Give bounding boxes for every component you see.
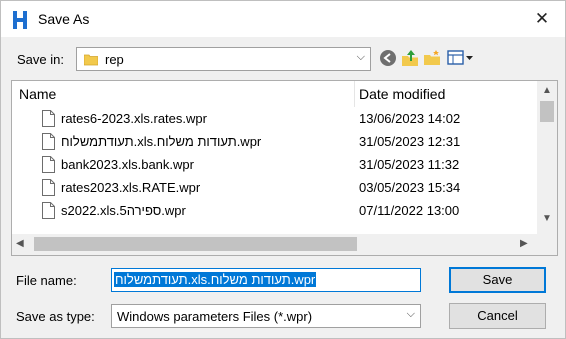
save-in-label: Save in: [17,52,64,67]
file-icon [42,202,55,219]
folder-icon [84,54,98,66]
horizontal-scrollbar[interactable]: ◀ ▶ [12,234,537,255]
file-date: 03/05/2023 15:34 [359,180,461,195]
scroll-up-icon[interactable]: ▲ [537,85,557,96]
chevron-down-icon: ⌵ [406,308,415,320]
save-in-value: rep [105,52,124,67]
save-in-dropdown[interactable]: rep ⌵ [76,47,371,71]
file-name: rates6-2023.xls.rates.wpr [61,111,207,126]
file-icon [42,156,55,173]
file-row[interactable]: s2022.xls.5ספירה.wpr 07/11/2022 13:00 [12,200,537,222]
save-as-type-label: Save as type: [16,309,95,324]
up-folder-icon[interactable] [401,49,419,67]
file-list[interactable]: Name Date modified rates6-2023.xls.rates… [11,80,558,256]
file-row[interactable]: rates6-2023.xls.rates.wpr 13/06/2023 14:… [12,108,537,130]
file-icon [42,133,55,150]
file-icon [42,110,55,127]
file-date: 31/05/2023 11:32 [359,157,460,172]
app-logo-icon [13,11,27,29]
cancel-button[interactable]: Cancel [449,303,546,329]
scroll-down-icon[interactable]: ▼ [537,213,557,224]
file-name-label: File name: [16,273,77,288]
file-icon [42,179,55,196]
file-date: 13/06/2023 14:02 [359,111,461,126]
file-row[interactable]: תעודתמשלוח.xls.תעודות משלוח.wpr 31/05/20… [12,131,537,153]
file-name: s2022.xls.5ספירה.wpr [61,203,186,218]
scroll-left-icon[interactable]: ◀ [16,238,24,249]
vertical-scroll-thumb[interactable] [540,101,554,122]
file-name-input[interactable]: תעודתמשלוח.xls.תעודות משלוח.wpr [111,268,421,292]
view-menu-icon[interactable] [447,49,475,67]
save-as-dialog: Save As ✕ Save in: rep ⌵ Name Date modif… [0,0,566,339]
file-date: 31/05/2023 12:31 [359,134,461,149]
file-date: 07/11/2022 13:00 [359,203,460,218]
close-button[interactable]: ✕ [522,3,562,35]
save-as-type-dropdown[interactable]: Windows parameters Files (*.wpr) ⌵ [111,304,421,328]
chevron-down-icon: ⌵ [356,51,365,63]
vertical-scrollbar[interactable]: ▲ ▼ [537,81,557,231]
scrollbar-corner [537,231,557,255]
save-as-type-value: Windows parameters Files (*.wpr) [117,309,313,324]
title-bar: Save As ✕ [1,1,565,37]
close-icon: ✕ [534,9,550,28]
file-row[interactable]: bank2023.xls.bank.wpr 31/05/2023 11:32 [12,154,537,176]
file-name: bank2023.xls.bank.wpr [61,157,194,172]
column-header-name[interactable]: Name [19,81,349,107]
back-icon[interactable] [379,49,397,67]
column-header-date[interactable]: Date modified [359,81,539,107]
file-row[interactable]: rates2023.xls.RATE.wpr 03/05/2023 15:34 [12,177,537,199]
horizontal-scroll-thumb[interactable] [34,237,357,251]
save-button[interactable]: Save [449,267,546,293]
file-name: rates2023.xls.RATE.wpr [61,180,201,195]
file-name: תעודתמשלוח.xls.תעודות משלוח.wpr [61,134,262,149]
column-divider[interactable] [354,81,355,107]
file-name-selected-text: תעודתמשלוח.xls.תעודות משלוח.wpr [114,272,317,287]
dialog-title: Save As [38,11,90,27]
scroll-right-icon[interactable]: ▶ [520,238,528,249]
new-folder-icon[interactable] [423,49,441,67]
